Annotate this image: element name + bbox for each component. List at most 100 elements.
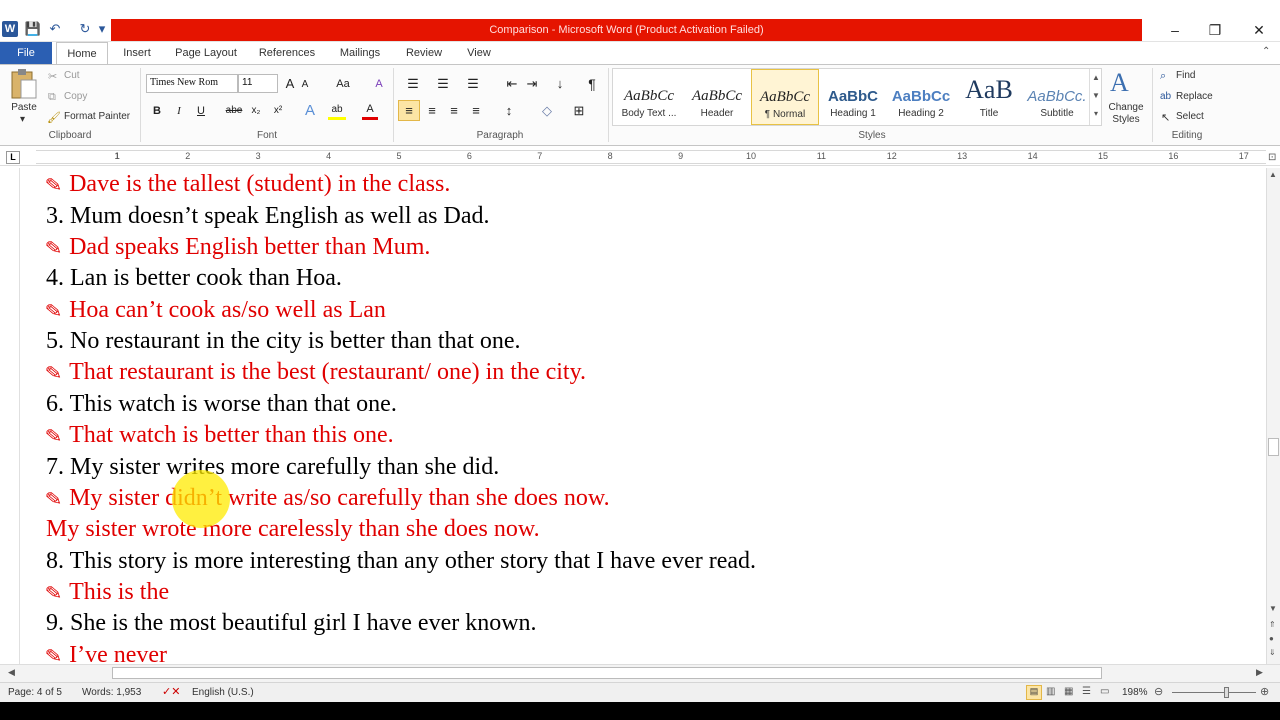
- document-line[interactable]: 8. This story is more interesting than a…: [46, 547, 756, 575]
- vertical-scroll-thumb[interactable]: [1268, 438, 1279, 456]
- zoom-slider[interactable]: [1172, 692, 1256, 693]
- tab-view[interactable]: View: [458, 42, 500, 64]
- style-heading-2[interactable]: AaBbCc Heading 2: [887, 69, 955, 125]
- decrease-indent-icon[interactable]: ⇤: [504, 74, 520, 93]
- tab-references[interactable]: References: [252, 42, 322, 64]
- numbering-icon[interactable]: ☰: [432, 74, 454, 93]
- document-line[interactable]: ✎ Dad speaks English better than Mum.: [44, 233, 430, 262]
- grow-font-icon[interactable]: A: [282, 74, 298, 93]
- scroll-down-icon[interactable]: ▼: [1269, 604, 1277, 613]
- word-app-icon[interactable]: W: [2, 21, 18, 37]
- tab-home[interactable]: Home: [56, 42, 108, 64]
- font-color-icon[interactable]: A: [362, 101, 378, 120]
- tab-mailings[interactable]: Mailings: [332, 42, 388, 64]
- select-icon[interactable]: ↖: [1161, 111, 1170, 124]
- subscript-button[interactable]: x₂: [248, 101, 264, 120]
- show-formatting-icon[interactable]: ¶: [584, 74, 600, 93]
- select-browse-object-icon[interactable]: ●: [1269, 634, 1274, 643]
- save-icon[interactable]: 💾: [24, 21, 42, 37]
- document-line[interactable]: ✎ Dave is the tallest (student) in the cl…: [44, 170, 450, 199]
- zoom-out-icon[interactable]: ⊖: [1154, 685, 1163, 698]
- text-effects-icon[interactable]: A: [302, 100, 318, 120]
- increase-indent-icon[interactable]: ⇥: [524, 74, 540, 93]
- document-page[interactable]: ✎ Dave is the tallest (student) in the cl…: [22, 168, 1266, 664]
- close-button[interactable]: ✕: [1236, 18, 1280, 42]
- horizontal-ruler[interactable]: 1 1 2 3 4 5 6 7 8 9 10 11 12 13 14 15 16 17: [36, 150, 1266, 164]
- select-button[interactable]: Select: [1176, 111, 1204, 122]
- style-body-text[interactable]: AaBbCc Body Text ...: [615, 69, 683, 125]
- horizontal-scroll-thumb[interactable]: [112, 667, 1102, 679]
- style-title[interactable]: AaB Title: [955, 69, 1023, 125]
- change-styles-icon[interactable]: A: [1110, 68, 1129, 98]
- paste-dropdown-icon[interactable]: ▾: [20, 114, 25, 125]
- document-line[interactable]: ✎ That watch is better than this one.: [44, 421, 393, 450]
- tab-review[interactable]: Review: [398, 42, 450, 64]
- find-icon[interactable]: ⌕: [1160, 70, 1166, 83]
- language-indicator[interactable]: English (U.S.): [192, 687, 254, 698]
- document-line[interactable]: ✎ Hoa can’t cook as/so well as Lan: [44, 296, 385, 325]
- proofing-icon[interactable]: ✓✕: [162, 685, 180, 698]
- zoom-in-icon[interactable]: ⊕: [1260, 685, 1269, 698]
- style-heading-1[interactable]: AaBbC Heading 1: [819, 69, 887, 125]
- change-styles-button[interactable]: Change Styles: [1104, 102, 1148, 126]
- change-case-icon[interactable]: Aa: [332, 74, 354, 93]
- document-line[interactable]: ✎ My sister didn’t write as/so carefully …: [44, 484, 609, 513]
- paste-button-label[interactable]: Paste: [10, 102, 38, 113]
- font-name-field[interactable]: Times New Rom: [146, 74, 238, 93]
- shading-icon[interactable]: ◇: [534, 100, 560, 121]
- document-line[interactable]: 3. Mum doesn’t speak English as well as …: [46, 202, 490, 230]
- style-header[interactable]: AaBbCc Header: [683, 69, 751, 125]
- multilevel-list-icon[interactable]: ☰: [462, 74, 484, 93]
- undo-icon[interactable]: ↶: [46, 21, 64, 37]
- tab-file[interactable]: File: [0, 42, 52, 64]
- vertical-scrollbar[interactable]: ▲ ▼ ⇑ ● ⇓: [1266, 168, 1280, 664]
- style-subtitle[interactable]: AaBbCc. Subtitle: [1023, 69, 1091, 125]
- shrink-font-icon[interactable]: A: [298, 76, 312, 93]
- style-normal[interactable]: AaBbCc ¶ Normal: [751, 69, 819, 125]
- clear-formatting-icon[interactable]: A: [370, 74, 388, 93]
- document-line[interactable]: 4. Lan is better cook than Hoa.: [46, 264, 342, 292]
- format-painter-icon[interactable]: 🖌: [47, 111, 61, 124]
- find-button[interactable]: Find: [1176, 70, 1195, 81]
- bold-button[interactable]: B: [150, 101, 164, 120]
- font-size-field[interactable]: 11: [238, 74, 278, 93]
- tab-selector-icon[interactable]: L: [6, 151, 20, 164]
- scroll-right-icon[interactable]: ▶: [1256, 667, 1263, 678]
- draft-icon[interactable]: ▭: [1100, 686, 1109, 697]
- scroll-up-icon[interactable]: ▲: [1269, 170, 1277, 179]
- minimize-ribbon-icon[interactable]: ⌃: [1262, 46, 1270, 57]
- tab-insert[interactable]: Insert: [114, 42, 160, 64]
- paste-icon[interactable]: [8, 68, 38, 100]
- next-page-icon[interactable]: ⇓: [1269, 648, 1276, 657]
- redo-icon[interactable]: ↻: [76, 21, 94, 37]
- horizontal-scrollbar[interactable]: ◀ ▶: [0, 664, 1280, 682]
- word-count[interactable]: Words: 1,953: [82, 687, 141, 698]
- customize-quick-access-icon[interactable]: ▾: [96, 21, 108, 37]
- strikethrough-button[interactable]: abe: [224, 101, 244, 120]
- cut-button[interactable]: Cut: [64, 70, 80, 81]
- page-indicator[interactable]: Page: 4 of 5: [8, 687, 62, 698]
- replace-icon[interactable]: ab: [1160, 91, 1171, 102]
- format-painter-button[interactable]: Format Painter: [64, 111, 130, 122]
- full-screen-reading-icon[interactable]: ▥: [1046, 686, 1055, 697]
- document-line[interactable]: My sister wrote more carelessly than she…: [46, 515, 540, 543]
- align-left-icon[interactable]: ≡: [398, 100, 420, 121]
- italic-button[interactable]: I: [172, 101, 186, 120]
- justify-icon[interactable]: ≡: [466, 100, 486, 121]
- zoom-level[interactable]: 198%: [1122, 687, 1148, 698]
- outline-icon[interactable]: ☰: [1082, 686, 1091, 697]
- underline-button[interactable]: U: [194, 101, 208, 120]
- document-line[interactable]: 5. No restaurant in the city is better t…: [46, 327, 521, 355]
- document-line[interactable]: 6. This watch is worse than that one.: [46, 390, 397, 418]
- superscript-button[interactable]: x²: [270, 101, 286, 120]
- previous-page-icon[interactable]: ⇑: [1269, 620, 1276, 629]
- zoom-slider-thumb[interactable]: [1224, 687, 1229, 698]
- restore-button[interactable]: ❐: [1192, 18, 1238, 42]
- align-right-icon[interactable]: ≡: [444, 100, 464, 121]
- tab-page-layout[interactable]: Page Layout: [170, 42, 242, 64]
- document-line[interactable]: ✎ That restaurant is the best (restaurant…: [44, 358, 586, 387]
- copy-icon[interactable]: ⧉: [48, 91, 56, 104]
- text-highlight-icon[interactable]: ab: [328, 101, 346, 120]
- print-layout-icon[interactable]: ▤: [1026, 685, 1042, 700]
- cut-icon[interactable]: ✂: [48, 70, 57, 83]
